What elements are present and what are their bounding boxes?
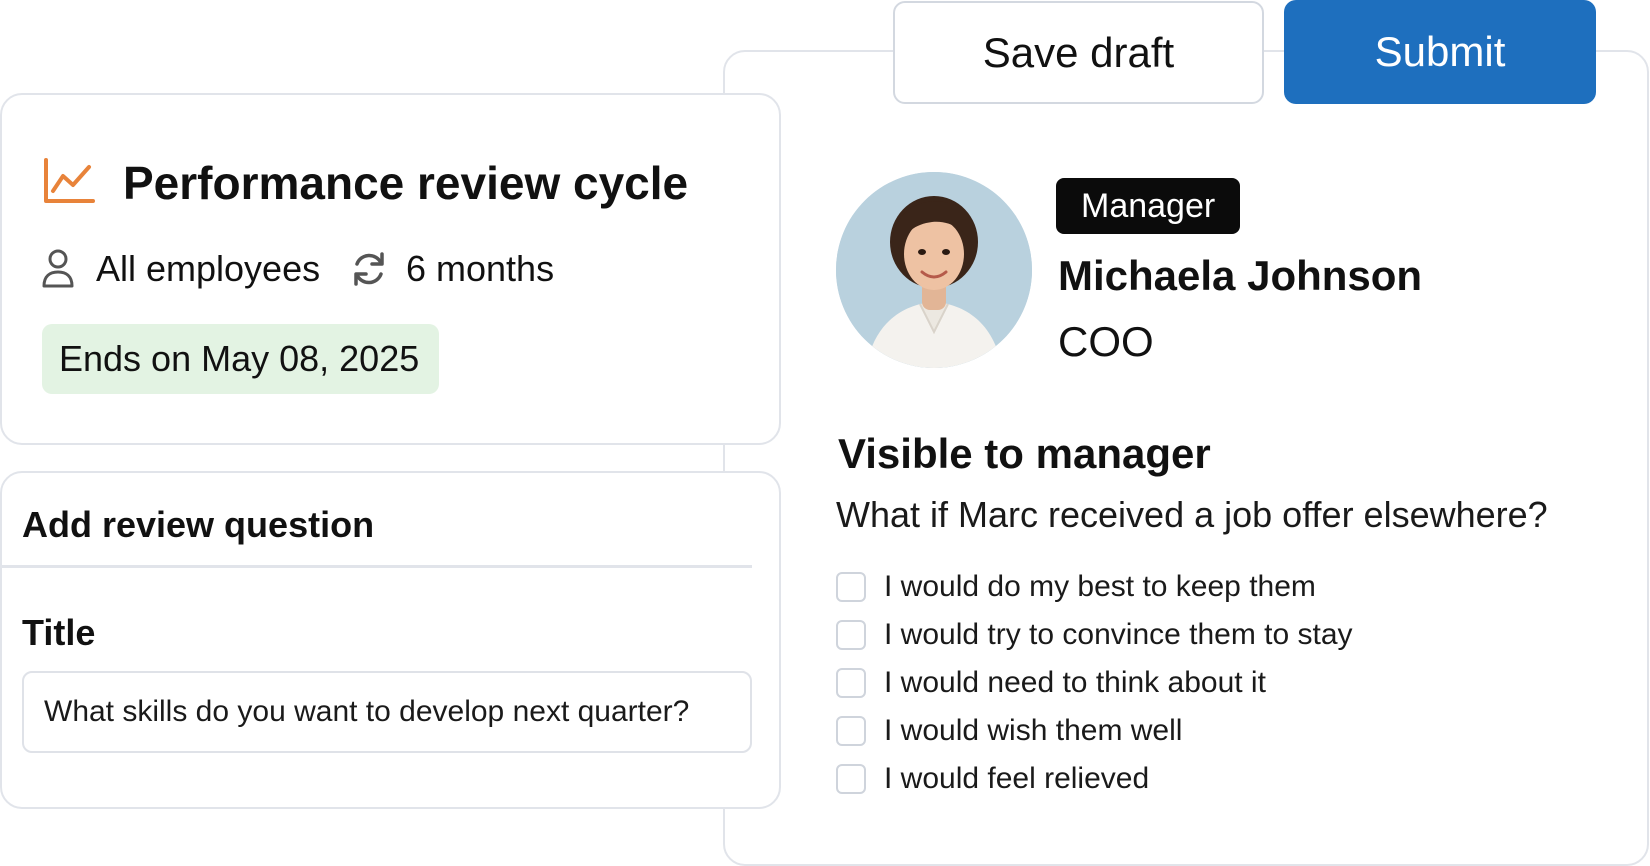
- checkbox[interactable]: [836, 572, 866, 602]
- submit-button[interactable]: Submit: [1284, 0, 1596, 104]
- review-question: What if Marc received a job offer elsewh…: [836, 494, 1548, 535]
- answer-option[interactable]: I would try to convince them to stay: [836, 618, 1353, 652]
- answer-option-label: I would wish them well: [884, 714, 1183, 747]
- role-badge: Manager: [1056, 178, 1241, 234]
- checkbox[interactable]: [836, 716, 866, 746]
- answer-option-label: I would try to convince them to stay: [884, 618, 1353, 651]
- visibility-heading: Visible to manager: [838, 430, 1211, 477]
- save-draft-button[interactable]: Save draft: [893, 1, 1264, 104]
- person-job-title: COO: [1058, 318, 1154, 365]
- answer-option-label: I would need to think about it: [884, 666, 1266, 699]
- question-title-input[interactable]: [22, 671, 752, 753]
- avatar: [836, 172, 1032, 368]
- answer-option-label: I would feel relieved: [884, 762, 1150, 795]
- add-question-heading: Add review question: [22, 504, 375, 545]
- scope-label: All employees: [96, 248, 321, 289]
- line-chart-icon: [44, 158, 95, 203]
- answer-option[interactable]: I would need to think about it: [836, 666, 1266, 700]
- checkbox[interactable]: [836, 620, 866, 650]
- answer-option[interactable]: I would feel relieved: [836, 762, 1149, 796]
- duration-label: 6 months: [406, 248, 555, 289]
- cycle-title: Performance review cycle: [123, 157, 689, 209]
- answer-option[interactable]: I would wish them well: [836, 714, 1182, 748]
- refresh-icon: [354, 252, 384, 286]
- checkbox[interactable]: [836, 668, 866, 698]
- answer-option[interactable]: I would do my best to keep them: [836, 570, 1316, 604]
- person-name: Michaela Johnson: [1058, 252, 1423, 299]
- answer-option-label: I would do my best to keep them: [884, 570, 1316, 603]
- title-field-label: Title: [22, 612, 96, 653]
- checkbox[interactable]: [836, 764, 866, 794]
- divider: [2, 565, 752, 568]
- end-date-badge: Ends on May 08, 2025: [42, 324, 439, 394]
- person-icon: [42, 249, 74, 288]
